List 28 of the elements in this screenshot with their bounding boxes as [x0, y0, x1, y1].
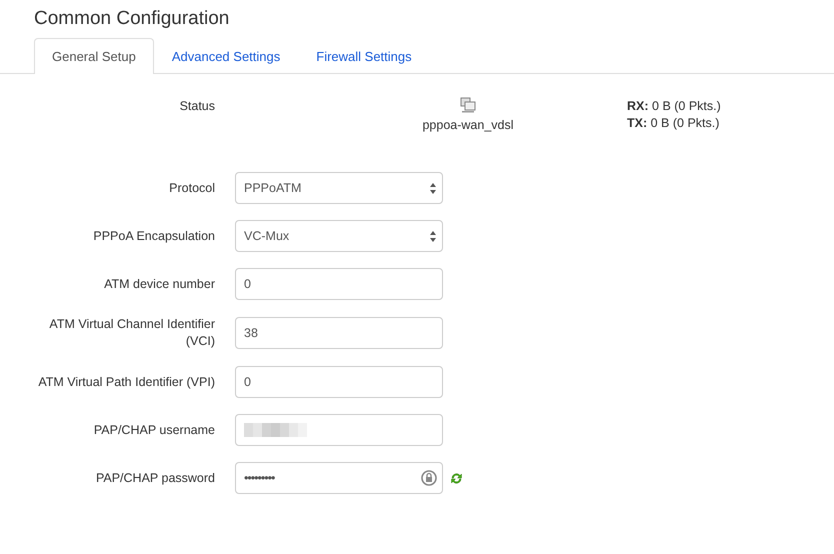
select-field[interactable]: PPPoATM	[235, 172, 443, 204]
blurred-text-icon	[244, 423, 307, 437]
field-label: Protocol	[168, 180, 215, 196]
page-title: Common Configuration	[33, 7, 230, 31]
select-arrows-icon	[430, 183, 436, 194]
input-field[interactable]: 0	[235, 268, 443, 300]
input-field[interactable]: 38	[235, 317, 443, 349]
field-label: PAP/CHAP username	[92, 422, 215, 438]
reveal-password-icon[interactable]	[421, 470, 437, 487]
select-field[interactable]: VC-Mux	[235, 220, 443, 252]
field-label: PPPoA Encapsulation	[92, 228, 215, 244]
network-interface-icon	[460, 97, 476, 113]
tab[interactable]: General Setup	[34, 38, 154, 74]
field-label: ATM Virtual Channel Identifier (VCI)	[48, 316, 215, 350]
input-field[interactable]: 0	[235, 366, 443, 398]
field-label: PAP/CHAP password	[94, 470, 215, 486]
tab[interactable]: Firewall Settings	[298, 38, 430, 74]
field-label: Status	[178, 99, 215, 115]
password-field[interactable]: •••••••••	[235, 462, 443, 494]
refresh-icon[interactable]	[450, 472, 463, 484]
input-field[interactable]	[235, 414, 443, 446]
select-arrows-icon	[430, 231, 436, 242]
tab[interactable]: Advanced Settings	[154, 38, 298, 74]
tx-counter: TX: 0 B (0 Pkts.)	[627, 116, 720, 130]
field-label: ATM Virtual Path Identifier (VPI)	[37, 374, 215, 390]
rx-counter: RX: 0 B (0 Pkts.)	[627, 99, 721, 113]
interface-name: pppoa-wan_vdsl	[422, 118, 514, 132]
field-label: ATM device number	[103, 276, 215, 292]
